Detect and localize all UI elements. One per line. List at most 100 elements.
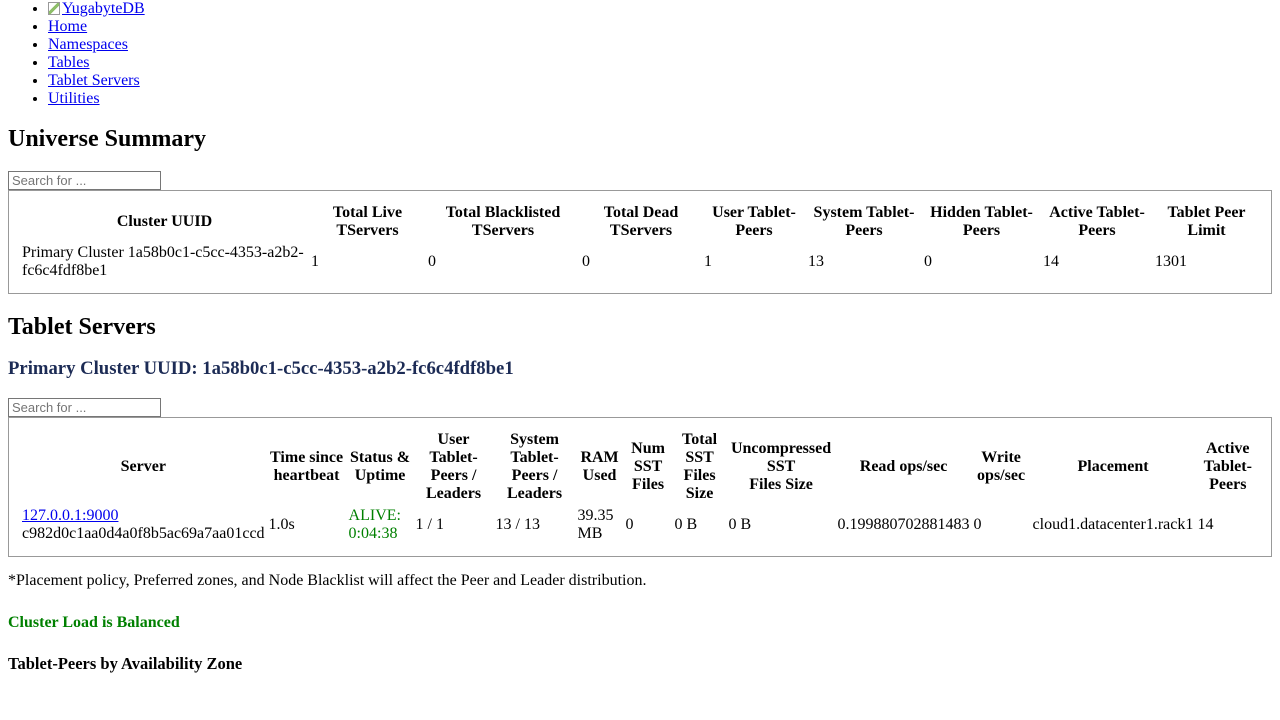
cell-uncompressed-sst-size: 0 B bbox=[728, 516, 752, 533]
col-num-sst-files[interactable]: Num SST Files bbox=[625, 430, 672, 504]
cell-heartbeat: 1.0s bbox=[268, 516, 295, 533]
col-total-dead-tservers[interactable]: Total Dead TServers bbox=[581, 203, 701, 241]
nav-item-home[interactable]: Home bbox=[48, 18, 1272, 36]
col-label-line: User bbox=[437, 431, 470, 448]
col-label-line: Used bbox=[582, 467, 617, 484]
cell-total-sst-size: 0 B bbox=[674, 516, 698, 533]
col-label-line: Peers / bbox=[511, 467, 558, 484]
cell-user-tablet-peers: 1 bbox=[704, 253, 712, 270]
uptime-text: 0:04:38 bbox=[348, 525, 398, 542]
cell-hidden-tablet-peers: 0 bbox=[924, 253, 932, 270]
col-label-line: Files Size bbox=[749, 476, 813, 493]
cell-ram-used: 39.35 MB bbox=[577, 506, 623, 544]
col-label-line: Write bbox=[981, 449, 1021, 466]
universe-summary-table: Cluster UUID Total Live TServers Total B… bbox=[8, 190, 1272, 294]
cell-placement: cloud1.datacenter1.rack1 bbox=[1032, 516, 1194, 533]
broken-image-icon bbox=[48, 2, 60, 15]
col-uncompressed-sst-files-size[interactable]: Uncompressed SST Files Size bbox=[728, 430, 835, 504]
cluster-load-status: Cluster Load is Balanced bbox=[8, 614, 180, 631]
col-total-blacklisted-tservers[interactable]: Total Blacklisted TServers bbox=[427, 203, 579, 241]
logo-alt-text: YugabyteDB bbox=[62, 0, 145, 17]
col-system-tablet-peers[interactable]: System Tablet-Peers bbox=[807, 203, 921, 241]
col-active-tablet-peers[interactable]: Active Tablet- Peers bbox=[1197, 430, 1259, 504]
col-label-line: ops/sec bbox=[977, 467, 1026, 484]
cell-dead-tservers: 0 bbox=[582, 253, 590, 270]
col-label-line: Num bbox=[631, 440, 665, 457]
nav-link-utilities[interactable]: Utilities bbox=[48, 90, 100, 107]
col-active-tablet-peers[interactable]: Active Tablet-Peers bbox=[1042, 203, 1152, 241]
col-label-line: Leaders bbox=[425, 485, 482, 502]
placement-policy-note: *Placement policy, Preferred zones, and … bbox=[8, 572, 647, 589]
col-label-line: Tablet- bbox=[1203, 458, 1252, 475]
col-label-line: Leaders bbox=[506, 485, 563, 502]
ram-value: 39.35 bbox=[577, 507, 614, 524]
cell-cluster-uuid: Primary Cluster 1a58b0c1-c5cc-4353-a2b2-… bbox=[22, 244, 304, 279]
col-tablet-peer-limit[interactable]: Tablet Peer Limit bbox=[1154, 203, 1259, 241]
col-label-line: Files bbox=[683, 467, 716, 484]
col-label-line: Peers / bbox=[430, 467, 477, 484]
server-link[interactable]: 127.0.0.1:9000 bbox=[22, 507, 118, 524]
nav-link-namespaces[interactable]: Namespaces bbox=[48, 36, 128, 53]
cell-tablet-peer-limit: 1301 bbox=[1155, 253, 1187, 270]
col-total-live-tservers[interactable]: Total Live TServers bbox=[310, 203, 425, 241]
col-hidden-tablet-peers[interactable]: Hidden Tablet-Peers bbox=[923, 203, 1040, 241]
col-label-line: RAM bbox=[580, 449, 619, 466]
nav-link-tables[interactable]: Tables bbox=[48, 54, 90, 71]
universe-summary-title: Universe Summary bbox=[8, 126, 206, 152]
page: YugabyteDB Home Namespaces Tables Tablet… bbox=[0, 0, 1280, 674]
nav-item-utilities[interactable]: Utilities bbox=[48, 90, 1272, 108]
col-label-line: Placement bbox=[1077, 458, 1149, 475]
cell-system-peers-leaders: 13 / 13 bbox=[495, 516, 540, 533]
nav-item-namespaces[interactable]: Namespaces bbox=[48, 36, 1272, 54]
cell-status-uptime: ALIVE: 0:04:38 bbox=[348, 506, 413, 544]
tservers-search-input[interactable] bbox=[8, 398, 161, 417]
col-label-line: Uncompressed bbox=[730, 440, 832, 457]
nav-item-tablet-servers[interactable]: Tablet Servers bbox=[48, 72, 1272, 90]
universe-search-input[interactable] bbox=[8, 171, 161, 190]
col-user-tablet-peers-leaders[interactable]: User Tablet- Peers / Leaders bbox=[415, 430, 493, 504]
primary-cluster-uuid-heading: Primary Cluster UUID: 1a58b0c1-c5cc-4353… bbox=[8, 358, 514, 379]
cell-server: 127.0.0.1:9000 c982d0c1aa0d4a0f8b5ac69a7a… bbox=[21, 506, 266, 544]
col-write-ops[interactable]: Write ops/sec bbox=[973, 430, 1030, 504]
cell-system-tablet-peers: 13 bbox=[808, 253, 824, 270]
ram-unit: MB bbox=[577, 525, 603, 542]
cell-active-peers: 14 bbox=[1197, 516, 1214, 533]
col-system-tablet-peers-leaders[interactable]: System Tablet- Peers / Leaders bbox=[495, 430, 575, 504]
col-label-line: Time since bbox=[270, 449, 344, 466]
col-cluster-uuid[interactable]: Cluster UUID bbox=[21, 203, 308, 241]
col-label-line: SST bbox=[633, 458, 663, 475]
col-label-line: Tablet- bbox=[429, 449, 478, 466]
cell-read-ops: 0.199880702881483 bbox=[837, 516, 970, 533]
col-server-label: Server bbox=[120, 458, 166, 475]
cell-active-tablet-peers: 14 bbox=[1043, 253, 1059, 270]
col-status-uptime[interactable]: Status & Uptime bbox=[348, 430, 413, 504]
logo-link[interactable]: YugabyteDB bbox=[48, 0, 145, 17]
col-label-line: Uptime bbox=[354, 467, 406, 484]
col-label-line: Active bbox=[1206, 440, 1250, 457]
cell-num-sst-files: 0 bbox=[625, 516, 634, 533]
col-label-line: SST bbox=[766, 458, 796, 475]
col-user-tablet-peers[interactable]: User Tablet-Peers bbox=[703, 203, 805, 241]
col-placement[interactable]: Placement bbox=[1032, 430, 1195, 504]
col-label-line: Files bbox=[632, 476, 665, 493]
col-total-sst-files-size[interactable]: Total SST Files Size bbox=[674, 430, 726, 504]
cell-user-peers-leaders: 1 / 1 bbox=[415, 516, 444, 533]
nav-item-logo[interactable]: YugabyteDB bbox=[48, 0, 1272, 18]
nav-link-home[interactable]: Home bbox=[48, 18, 87, 35]
top-nav: YugabyteDB Home Namespaces Tables Tablet… bbox=[8, 0, 1272, 108]
tservers-header-row: Server Time since heartbeat Status & Uptim… bbox=[21, 430, 1259, 504]
col-read-ops[interactable]: Read ops/sec bbox=[837, 430, 971, 504]
col-ram-used[interactable]: RAM Used bbox=[577, 430, 623, 504]
table-row: 127.0.0.1:9000 c982d0c1aa0d4a0f8b5ac69a7a… bbox=[21, 506, 1259, 544]
nav-link-tablet-servers[interactable]: Tablet Servers bbox=[48, 72, 140, 89]
tablet-peers-by-zone-title: Tablet-Peers by Availability Zone bbox=[8, 654, 243, 673]
status-text: ALIVE: bbox=[348, 507, 401, 524]
col-time-since-heartbeat[interactable]: Time since heartbeat bbox=[268, 430, 346, 504]
server-id: c982d0c1aa0d4a0f8b5ac69a7aa01ccd bbox=[22, 525, 265, 542]
col-server[interactable]: Server bbox=[21, 430, 266, 504]
tablet-servers-title: Tablet Servers bbox=[8, 314, 156, 340]
col-label-line: Peers bbox=[1209, 476, 1247, 493]
nav-item-tables[interactable]: Tables bbox=[48, 54, 1272, 72]
col-label-line: Size bbox=[685, 485, 714, 502]
cell-live-tservers: 1 bbox=[311, 253, 319, 270]
